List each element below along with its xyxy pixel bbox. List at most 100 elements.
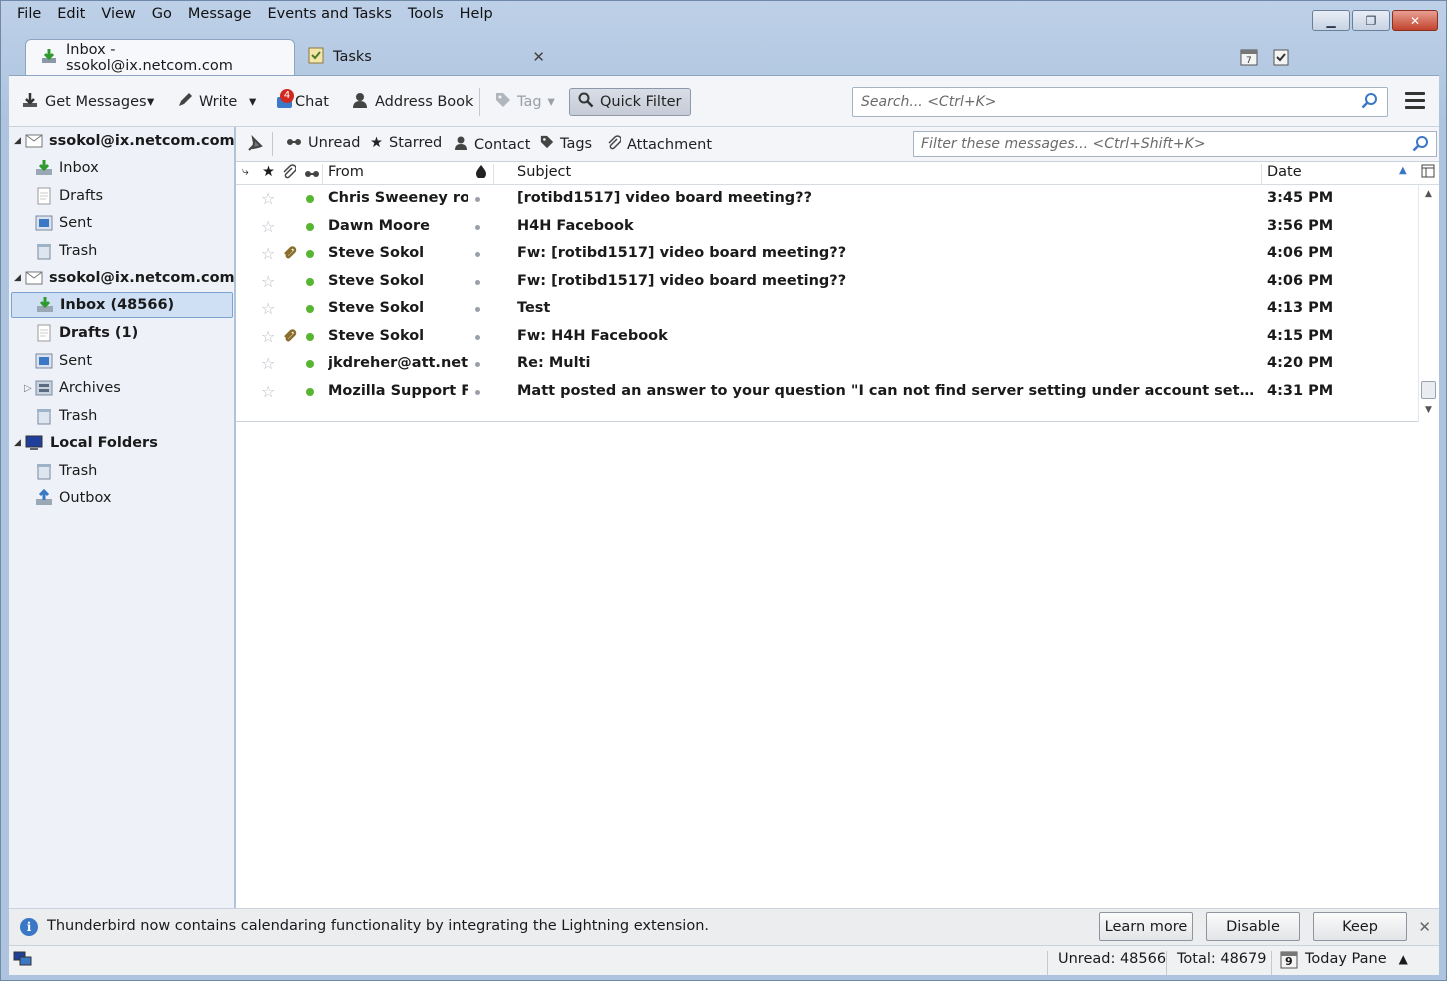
menu-go[interactable]: Go: [144, 5, 180, 27]
filter-contact-button[interactable]: Contact: [454, 135, 530, 155]
junk-status-icon[interactable]: [475, 197, 480, 202]
folder-sent[interactable]: Sent: [9, 348, 235, 374]
filter-messages-input[interactable]: Filter these messages... <Ctrl+Shift+K>: [913, 131, 1437, 157]
learn-more-button[interactable]: Learn more: [1099, 912, 1193, 941]
close-tab-icon[interactable]: ✕: [532, 48, 545, 66]
menu-view[interactable]: View: [93, 5, 143, 27]
folder-archives[interactable]: ▷ Archives: [9, 375, 235, 401]
folder-inbox[interactable]: Inbox: [9, 155, 235, 181]
today-pane-toggle[interactable]: 9 Today Pane ▲: [1279, 949, 1408, 969]
filter-starred-button[interactable]: ★ Starred: [370, 135, 442, 151]
filter-attachment-button[interactable]: Attachment: [607, 135, 712, 155]
junk-status-icon[interactable]: [475, 389, 480, 395]
menu-edit[interactable]: Edit: [49, 5, 93, 27]
unread-dot-icon[interactable]: [306, 305, 314, 313]
collapse-icon[interactable]: ◢: [14, 273, 21, 283]
calendar-tab-icon[interactable]: 7: [1239, 47, 1259, 71]
get-messages-button[interactable]: Get Messages: [21, 88, 147, 116]
message-row[interactable]: ☆ Steve Sokol Fw: [rotibd1517] video board…: [236, 268, 1418, 296]
junk-status-icon[interactable]: [475, 362, 480, 367]
message-row[interactable]: ☆ Steve Sokol Test 4:13 PM: [236, 295, 1418, 323]
folder-drafts[interactable]: Drafts (1): [9, 320, 235, 346]
junk-status-icon[interactable]: [475, 252, 480, 257]
folder-inbox-selected[interactable]: Inbox (48566): [11, 292, 233, 318]
app-menu-icon[interactable]: [1405, 92, 1425, 113]
maximize-button[interactable]: ❐: [1352, 10, 1390, 31]
junk-column-icon[interactable]: [475, 164, 487, 182]
write-dropdown[interactable]: ▾: [249, 88, 256, 116]
search-icon[interactable]: [1361, 92, 1379, 114]
from-column-header[interactable]: From: [328, 164, 364, 180]
star-column-icon[interactable]: ★: [262, 164, 275, 180]
unread-dot-icon[interactable]: [306, 222, 314, 231]
message-row[interactable]: ☆ jkdreher@att.net Re: Multi 4:20 PM: [236, 350, 1418, 378]
unread-dot-icon[interactable]: [306, 277, 314, 286]
star-icon[interactable]: ☆: [261, 299, 275, 318]
collapse-icon[interactable]: ◢: [14, 438, 21, 448]
scrollbar-thumb[interactable]: [1421, 381, 1436, 399]
filter-unread-button[interactable]: Unread: [286, 135, 360, 151]
unread-dot-icon[interactable]: [306, 332, 314, 341]
message-row[interactable]: ☆ Chris Sweeney rot... [rotibd1517] video …: [236, 185, 1418, 213]
unread-dot-icon[interactable]: [306, 250, 314, 258]
search-icon[interactable]: [1412, 135, 1430, 157]
address-book-button[interactable]: Address Book: [351, 88, 473, 116]
thread-column-icon[interactable]: ⤷: [242, 164, 249, 179]
keep-button[interactable]: Keep: [1313, 912, 1407, 941]
close-window-button[interactable]: ✕: [1392, 10, 1438, 31]
folder-trash[interactable]: Trash: [9, 238, 235, 264]
write-button[interactable]: Write: [177, 88, 237, 116]
account-row[interactable]: ◢ ssokol@ix.netcom.com: [9, 265, 235, 291]
message-row[interactable]: ☆ Mozilla Support F... Matt posted an answ…: [236, 378, 1418, 406]
star-icon[interactable]: ☆: [261, 189, 275, 208]
star-icon[interactable]: ☆: [261, 217, 275, 236]
menu-file[interactable]: File: [9, 5, 49, 27]
expand-icon[interactable]: ▷: [24, 383, 32, 394]
scroll-up-icon[interactable]: ▲: [1425, 189, 1432, 199]
folder-drafts[interactable]: Drafts: [9, 183, 235, 209]
star-icon[interactable]: ☆: [261, 244, 275, 263]
tag-button[interactable]: Tag ▾: [495, 88, 555, 116]
junk-status-icon[interactable]: [475, 224, 480, 230]
column-picker-icon[interactable]: [1421, 164, 1435, 182]
menu-help[interactable]: Help: [452, 5, 501, 27]
account-row[interactable]: ◢ ssokol@ix.netcom.com: [9, 128, 235, 154]
message-list-scrollbar[interactable]: ▲ ▼: [1418, 185, 1439, 422]
filter-tags-button[interactable]: Tags: [540, 135, 592, 153]
global-search-input[interactable]: Search... <Ctrl+K>: [852, 87, 1388, 117]
menu-message[interactable]: Message: [180, 5, 260, 27]
folder-sent[interactable]: Sent: [9, 210, 235, 236]
menu-tools[interactable]: Tools: [400, 5, 452, 27]
junk-status-icon[interactable]: [475, 279, 480, 285]
unread-dot-icon[interactable]: [306, 387, 314, 396]
chat-button[interactable]: 4 Chat: [275, 88, 329, 116]
online-status-icon[interactable]: [13, 950, 33, 972]
local-folders-row[interactable]: ◢ Local Folders: [9, 430, 235, 456]
subject-column-header[interactable]: Subject: [517, 164, 571, 180]
folder-trash[interactable]: Trash: [9, 403, 235, 429]
close-icon[interactable]: ✕: [1418, 918, 1431, 936]
tab-tasks[interactable]: Tasks ✕: [293, 39, 545, 75]
read-status-column-icon[interactable]: [304, 167, 320, 183]
message-row[interactable]: ☆ Steve Sokol Fw: [rotibd1517] video board…: [236, 240, 1418, 268]
folder-outbox[interactable]: Outbox: [9, 485, 235, 511]
message-row[interactable]: ☆ Steve Sokol Fw: H4H Facebook 4:15 PM: [236, 323, 1418, 351]
unread-dot-icon[interactable]: [306, 360, 314, 368]
folder-trash[interactable]: Trash: [9, 458, 235, 484]
tab-inbox[interactable]: Inbox - ssokol@ix.netcom.com: [25, 39, 295, 75]
attachment-column-icon[interactable]: [282, 164, 297, 184]
star-icon[interactable]: ☆: [261, 354, 275, 373]
quick-filter-button[interactable]: Quick Filter: [569, 88, 691, 116]
scroll-down-icon[interactable]: ▼: [1425, 405, 1432, 415]
star-icon[interactable]: ☆: [261, 327, 275, 346]
star-icon[interactable]: ☆: [261, 382, 275, 401]
unread-dot-icon[interactable]: [306, 195, 314, 203]
tasks-tab-icon[interactable]: [1271, 47, 1291, 71]
message-row[interactable]: ☆ Dawn Moore H4H Facebook 3:56 PM: [236, 213, 1418, 241]
menu-events-and-tasks[interactable]: Events and Tasks: [259, 5, 399, 27]
minimize-button[interactable]: ▁: [1312, 10, 1350, 31]
sticky-filter-pin-icon[interactable]: [246, 135, 264, 153]
star-icon[interactable]: ☆: [261, 272, 275, 291]
junk-status-icon[interactable]: [475, 334, 480, 340]
date-column-header[interactable]: Date: [1267, 164, 1302, 180]
